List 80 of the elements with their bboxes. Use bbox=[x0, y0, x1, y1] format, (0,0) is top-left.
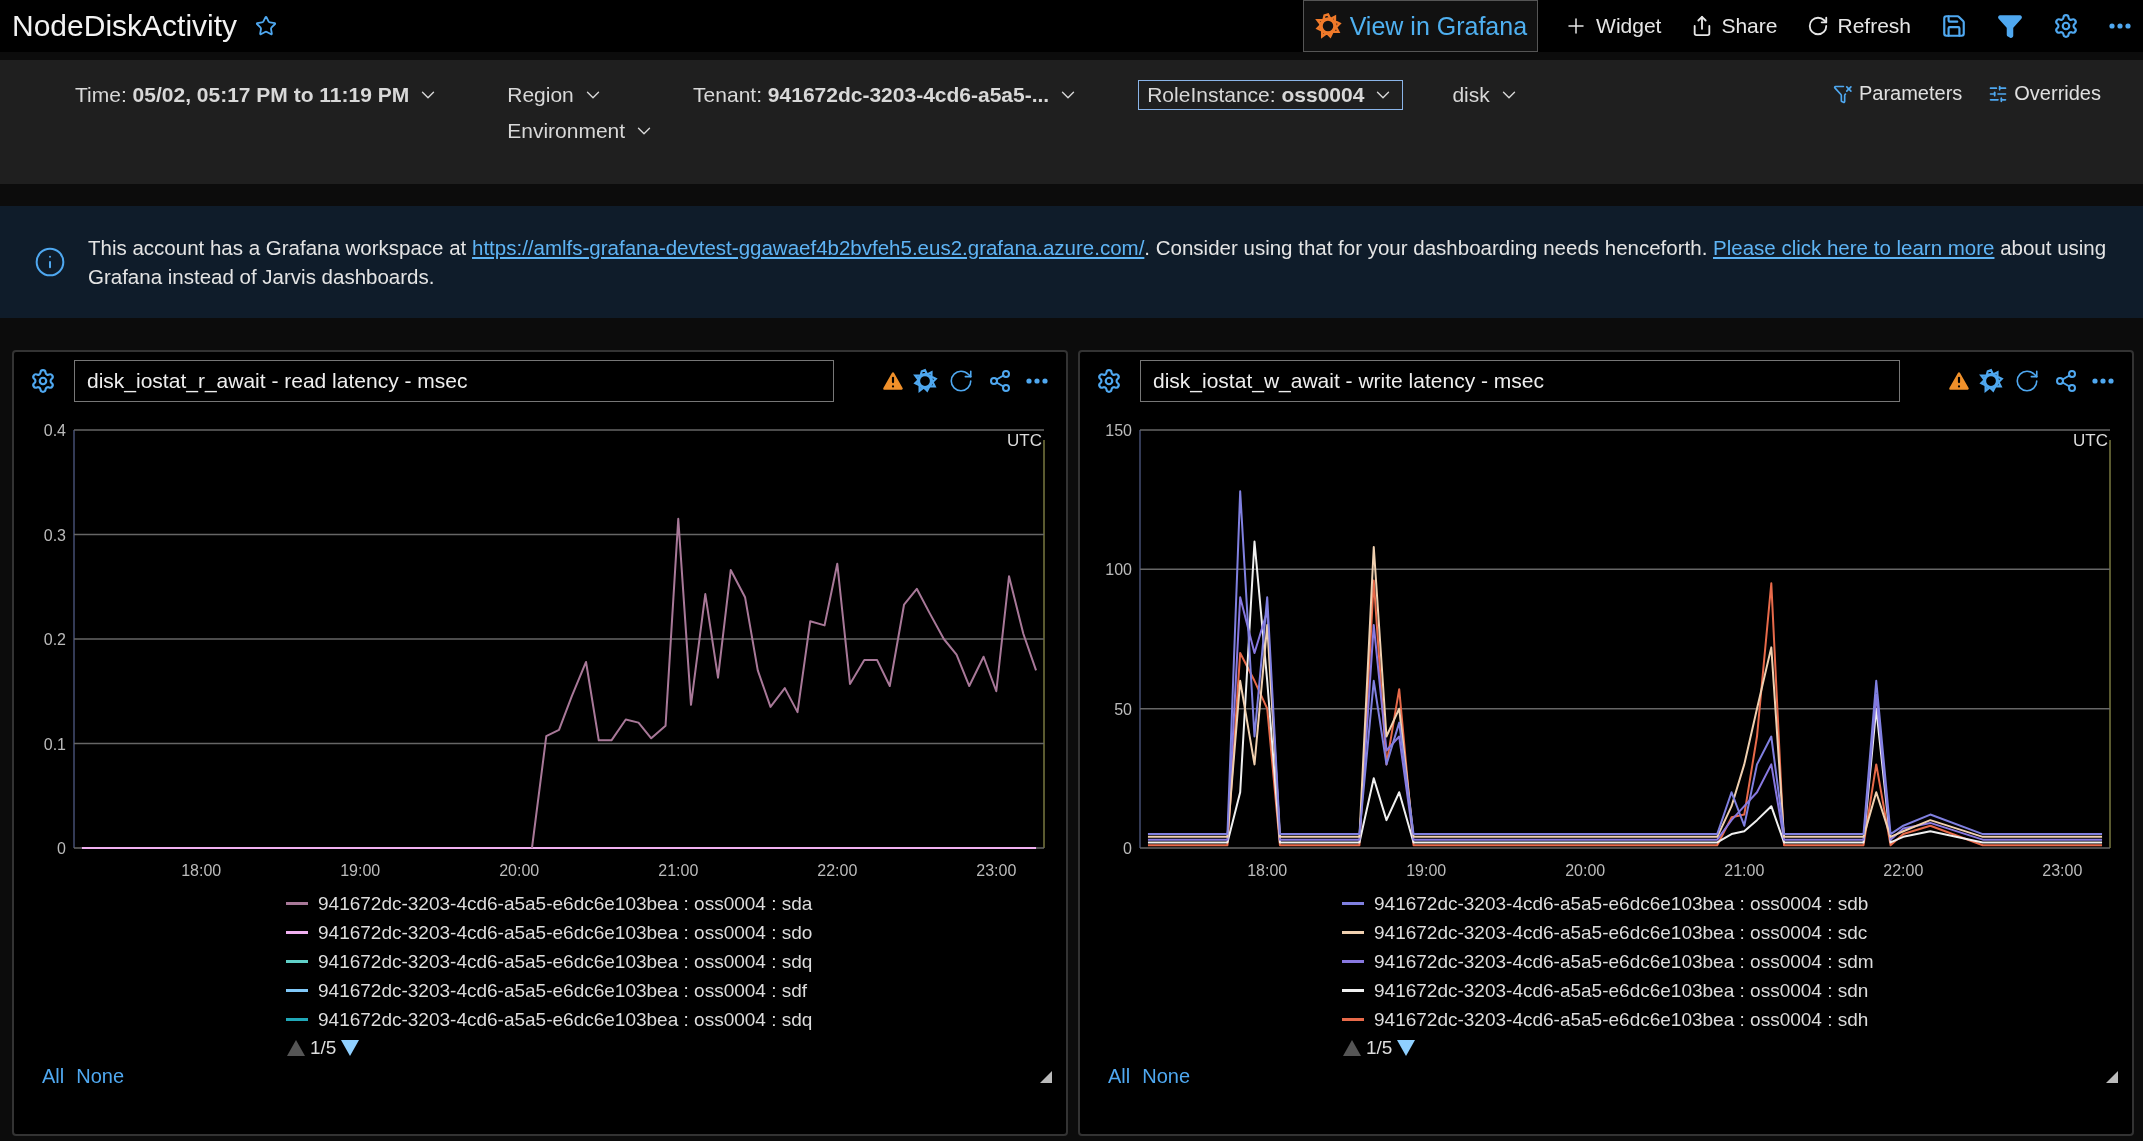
legend-select-link[interactable]: All bbox=[42, 1065, 65, 1088]
more-icon bbox=[2092, 378, 2114, 384]
x-tick-label: 19:00 bbox=[1406, 862, 1447, 878]
share-icon bbox=[2054, 369, 2078, 393]
y-tick-label: 0.1 bbox=[43, 735, 66, 753]
overrides-button[interactable]: Overrides bbox=[1986, 80, 2103, 107]
legend-select-link[interactable]: None bbox=[76, 1065, 125, 1088]
filter-dropdown[interactable]: RoleInstance: oss0004 bbox=[1138, 80, 1404, 110]
x-tick-label: 23:00 bbox=[2042, 862, 2083, 878]
panel-title-field[interactable]: disk_iostat_w_await - write latency - msec bbox=[1140, 360, 1900, 402]
filter-dropdown[interactable]: disk bbox=[1443, 80, 1529, 110]
page-indicator: 1/5 bbox=[310, 1037, 337, 1059]
filter-dropdown[interactable]: Region bbox=[498, 80, 665, 110]
x-tick-label: 23:00 bbox=[976, 862, 1017, 878]
legend-label[interactable]: 941672dc-3203-4cd6-a5a5-e6dc6e103bea : oss0004 : sdo bbox=[318, 919, 813, 946]
sliders-icon bbox=[1988, 83, 2009, 104]
resize-handle-icon[interactable] bbox=[1040, 1070, 1052, 1083]
refresh-icon bbox=[2014, 368, 2040, 394]
view-in-grafana-button[interactable]: View in Grafana bbox=[1302, 0, 1539, 52]
y-tick-label: 0.3 bbox=[43, 526, 66, 544]
x-tick-label: 21:00 bbox=[1724, 862, 1765, 878]
y-tick-label: 50 bbox=[1114, 700, 1132, 718]
next-page-icon[interactable] bbox=[340, 1039, 361, 1057]
y-tick-label: 150 bbox=[1105, 422, 1132, 439]
star-icon bbox=[255, 15, 278, 37]
more-icon bbox=[1026, 378, 1048, 384]
banner-message: This account has a Grafana workspace at https://amlfs-grafana-devtest-ggawaef4b2bvfeh5.eus2.grafana.azure.com/. Consider using that for your dashboarding needs henceforth. Please click here to learn more about using Grafana instead of Jarvis dashboards. bbox=[88, 235, 2108, 290]
info-icon bbox=[34, 246, 66, 278]
save-icon bbox=[1941, 13, 1967, 39]
settings-icon bbox=[2053, 13, 2079, 39]
y-tick-label: 100 bbox=[1105, 561, 1132, 579]
legend-select-link[interactable]: None bbox=[1142, 1065, 1191, 1088]
x-tick-label: 21:00 bbox=[658, 862, 699, 878]
banner-link[interactable]: https://amlfs-grafana-devtest-ggawaef4b2bvfeh5.eus2.grafana.azure.com/ bbox=[472, 236, 1145, 259]
x-tick-label: 22:00 bbox=[1883, 862, 1924, 878]
resize-handle-icon[interactable] bbox=[2106, 1070, 2118, 1083]
refresh-icon bbox=[1807, 15, 1830, 37]
legend-label[interactable]: 941672dc-3203-4cd6-a5a5-e6dc6e103bea : oss0004 : sdn bbox=[1374, 977, 1869, 1004]
filter-dropdown[interactable]: Time: 05/02, 05:17 PM to 11:19 PM bbox=[66, 80, 449, 110]
filter-dropdown[interactable]: Tenant: 941672dc-3203-4cd6-a5a5-... bbox=[684, 80, 1089, 110]
legend-label[interactable]: 941672dc-3203-4cd6-a5a5-e6dc6e103bea : oss0004 : sdc bbox=[1374, 919, 1868, 946]
parameters-button[interactable]: Parameters bbox=[1830, 80, 1965, 107]
toolbar-button[interactable]: Refresh bbox=[1803, 10, 1915, 42]
timezone-label: UTC bbox=[1007, 431, 1042, 450]
y-tick-label: 0 bbox=[57, 840, 66, 857]
x-tick-label: 22:00 bbox=[817, 862, 858, 878]
dashboard-title: NodeDiskActivity bbox=[12, 9, 238, 43]
share-icon bbox=[988, 369, 1012, 393]
legend-label[interactable]: 941672dc-3203-4cd6-a5a5-e6dc6e103bea : oss0004 : sdb bbox=[1374, 890, 1869, 917]
legend-label[interactable]: 941672dc-3203-4cd6-a5a5-e6dc6e103bea : oss0004 : sdq bbox=[318, 948, 813, 975]
next-page-icon[interactable] bbox=[1396, 1039, 1417, 1057]
filter-icon bbox=[1997, 13, 2023, 39]
legend-label[interactable]: 941672dc-3203-4cd6-a5a5-e6dc6e103bea : oss0004 : sdq bbox=[318, 1006, 813, 1033]
x-tick-label: 20:00 bbox=[499, 862, 540, 878]
y-tick-label: 0.4 bbox=[43, 422, 66, 439]
page-indicator: 1/5 bbox=[1366, 1037, 1393, 1059]
settings-icon bbox=[1096, 368, 1122, 394]
legend-select-link[interactable]: All bbox=[1108, 1065, 1131, 1088]
timezone-label: UTC bbox=[2073, 431, 2108, 450]
filter-icon bbox=[1832, 83, 1853, 104]
settings-icon bbox=[30, 368, 56, 394]
toolbar-button[interactable]: Widget bbox=[1560, 10, 1666, 42]
legend-label[interactable]: 941672dc-3203-4cd6-a5a5-e6dc6e103bea : oss0004 : sdh bbox=[1374, 1006, 1869, 1033]
toolbar-button[interactable]: Share bbox=[1687, 10, 1782, 42]
legend-label[interactable]: 941672dc-3203-4cd6-a5a5-e6dc6e103bea : oss0004 : sdf bbox=[318, 977, 808, 1004]
panel-title-field[interactable]: disk_iostat_r_await - read latency - msec bbox=[74, 360, 834, 402]
refresh-icon bbox=[948, 368, 974, 394]
legend-label[interactable]: 941672dc-3203-4cd6-a5a5-e6dc6e103bea : oss0004 : sdm bbox=[1374, 948, 1874, 975]
more-icon bbox=[2109, 23, 2131, 29]
banner-link[interactable]: Please click here to learn more bbox=[1713, 236, 1995, 259]
x-tick-label: 18:00 bbox=[181, 862, 222, 878]
y-tick-label: 0 bbox=[1123, 840, 1132, 857]
legend-label[interactable]: 941672dc-3203-4cd6-a5a5-e6dc6e103bea : oss0004 : sda bbox=[318, 890, 813, 917]
x-tick-label: 19:00 bbox=[340, 862, 381, 878]
x-tick-label: 20:00 bbox=[1565, 862, 1606, 878]
filter-dropdown[interactable]: Environment bbox=[498, 116, 665, 146]
y-tick-label: 0.2 bbox=[43, 631, 66, 648]
previous-page-icon[interactable] bbox=[286, 1039, 306, 1057]
previous-page-icon[interactable] bbox=[1342, 1039, 1362, 1057]
x-tick-label: 18:00 bbox=[1247, 862, 1288, 878]
